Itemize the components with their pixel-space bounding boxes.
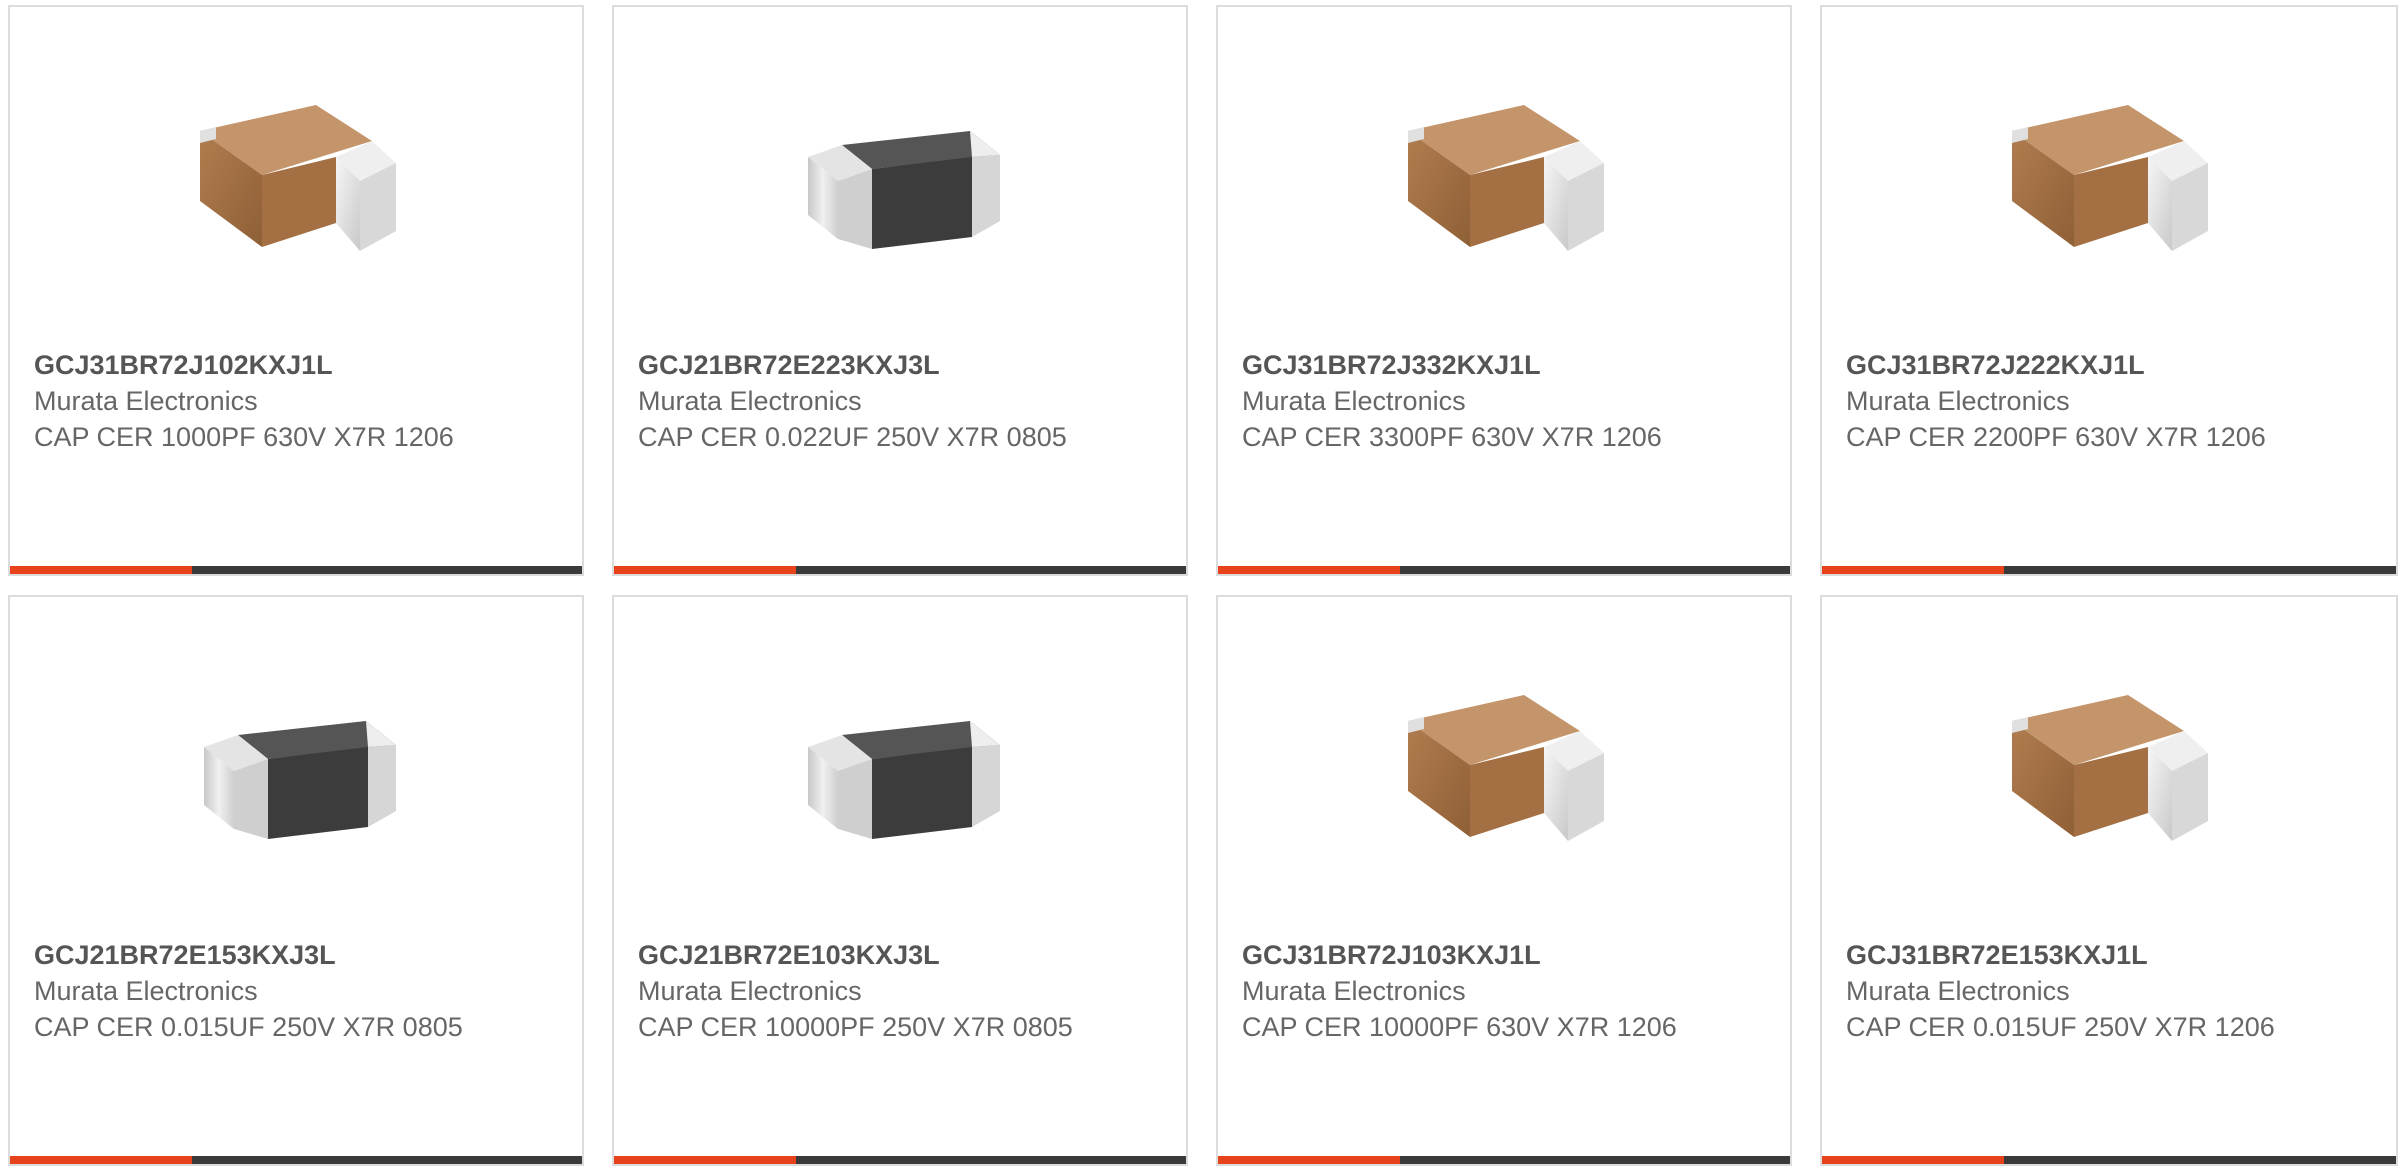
capacitor-dark-icon xyxy=(186,661,410,885)
description: CAP CER 10000PF 250V X7R 0805 xyxy=(638,1012,1073,1042)
part-number[interactable]: GCJ31BR72J102KXJ1L xyxy=(34,347,562,383)
description: CAP CER 10000PF 630V X7R 1206 xyxy=(1242,1012,1677,1042)
product-card[interactable]: GCJ31BR72J222KXJ1L Murata Electronics CA… xyxy=(1820,5,2398,576)
part-number[interactable]: GCJ31BR72J103KXJ1L xyxy=(1242,937,1770,973)
manufacturer: Murata Electronics xyxy=(1242,976,1466,1006)
capacitor-tan-icon xyxy=(186,71,410,295)
part-number[interactable]: GCJ31BR72J222KXJ1L xyxy=(1846,347,2376,383)
product-card[interactable]: GCJ31BR72J102KXJ1L Murata Electronics CA… xyxy=(8,5,584,576)
manufacturer: Murata Electronics xyxy=(638,976,862,1006)
description: CAP CER 0.015UF 250V X7R 1206 xyxy=(1846,1012,2275,1042)
card-footer-bar xyxy=(10,566,582,574)
accent-segment xyxy=(614,566,796,574)
chip-shape xyxy=(366,721,396,747)
chip-shape xyxy=(872,157,972,249)
manufacturer: Murata Electronics xyxy=(34,386,258,416)
capacitor-tan-icon xyxy=(1394,71,1618,295)
manufacturer: Murata Electronics xyxy=(1242,386,1466,416)
manufacturer: Murata Electronics xyxy=(638,386,862,416)
chip-shape xyxy=(838,169,872,249)
description: CAP CER 3300PF 630V X7R 1206 xyxy=(1242,422,1662,452)
capacitor-dark-icon xyxy=(790,661,1014,885)
manufacturer: Murata Electronics xyxy=(1846,386,2070,416)
chip-shape xyxy=(872,747,972,839)
description: CAP CER 2200PF 630V X7R 1206 xyxy=(1846,422,2266,452)
product-card[interactable]: GCJ31BR72J103KXJ1L Murata Electronics CA… xyxy=(1216,595,1792,1166)
product-card[interactable]: GCJ31BR72E153KXJ1L Murata Electronics CA… xyxy=(1820,595,2398,1166)
product-grid: GCJ31BR72J102KXJ1L Murata Electronics CA… xyxy=(0,0,2400,1166)
card-footer-bar xyxy=(614,566,1186,574)
card-footer-bar xyxy=(1218,566,1790,574)
chip-shape xyxy=(838,759,872,839)
accent-segment xyxy=(1218,566,1400,574)
product-card[interactable]: GCJ21BR72E103KXJ3L Murata Electronics CA… xyxy=(612,595,1188,1166)
chip-shape xyxy=(970,721,1000,747)
chip-shape xyxy=(972,155,1000,237)
part-number[interactable]: GCJ31BR72J332KXJ1L xyxy=(1242,347,1770,383)
part-number[interactable]: GCJ31BR72E153KXJ1L xyxy=(1846,937,2376,973)
manufacturer: Murata Electronics xyxy=(34,976,258,1006)
part-number[interactable]: GCJ21BR72E153KXJ3L xyxy=(34,937,562,973)
product-card[interactable]: GCJ21BR72E223KXJ3L Murata Electronics CA… xyxy=(612,5,1188,576)
product-card[interactable]: GCJ31BR72J332KXJ1L Murata Electronics CA… xyxy=(1216,5,1792,576)
product-card[interactable]: GCJ21BR72E153KXJ3L Murata Electronics CA… xyxy=(8,595,584,1166)
description: CAP CER 1000PF 630V X7R 1206 xyxy=(34,422,454,452)
description: CAP CER 0.015UF 250V X7R 0805 xyxy=(34,1012,463,1042)
chip-shape xyxy=(268,747,368,839)
capacitor-tan-icon xyxy=(1998,661,2222,885)
chip-shape xyxy=(368,745,396,827)
capacitor-tan-icon xyxy=(1394,661,1618,885)
part-number[interactable]: GCJ21BR72E103KXJ3L xyxy=(638,937,1166,973)
chip-shape xyxy=(234,759,268,839)
accent-segment xyxy=(10,566,192,574)
chip-shape xyxy=(972,745,1000,827)
capacitor-tan-icon xyxy=(1998,71,2222,295)
description: CAP CER 0.022UF 250V X7R 0805 xyxy=(638,422,1067,452)
accent-segment xyxy=(1822,566,2004,574)
chip-shape xyxy=(970,131,1000,157)
manufacturer: Murata Electronics xyxy=(1846,976,2070,1006)
capacitor-dark-icon xyxy=(790,71,1014,295)
card-footer-bar xyxy=(1822,566,2396,574)
part-number[interactable]: GCJ21BR72E223KXJ3L xyxy=(638,347,1166,383)
